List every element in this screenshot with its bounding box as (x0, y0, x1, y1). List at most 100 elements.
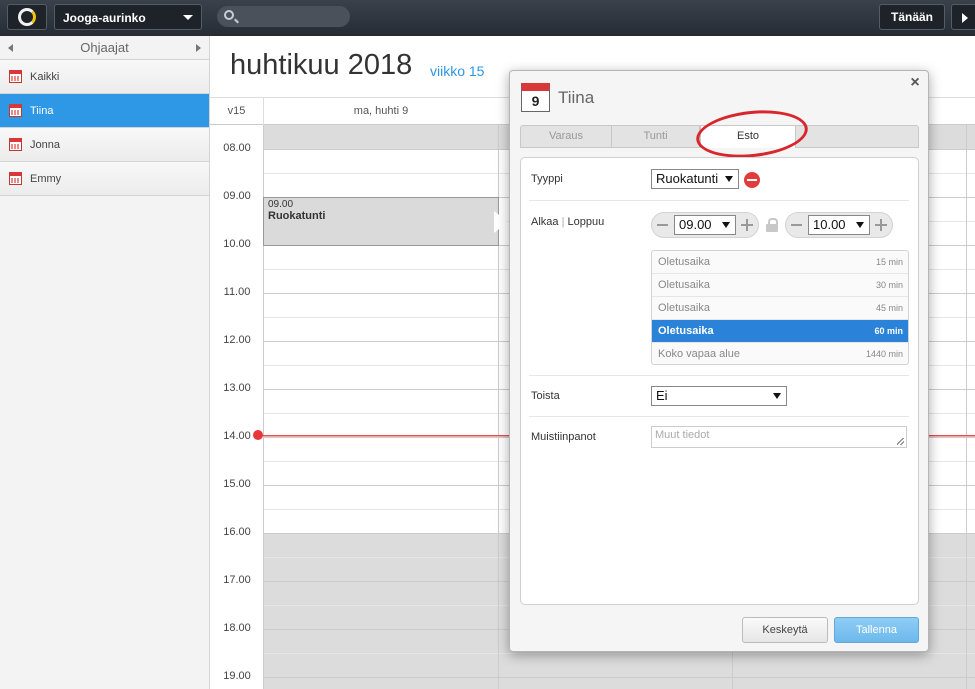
search-icon (224, 10, 234, 20)
repeat-label: Toista (531, 390, 560, 402)
sidebar: Ohjaajat Kaikki Tiina Jonna Emmy (0, 36, 210, 689)
sidebar-item-label: Kaikki (30, 71, 60, 83)
day-divider (966, 125, 967, 689)
type-select[interactable]: Ruokatunti (651, 169, 739, 189)
hour-label: 11.00 (223, 286, 251, 298)
annotation-ellipse (693, 105, 811, 163)
event-dialog: × 9 Tiina Varaus Tunti Esto Tyyppi Ruoka… (509, 70, 929, 652)
duration-value: 45 min (875, 303, 903, 313)
hour-line (264, 677, 975, 678)
calendar-icon (9, 70, 22, 83)
notes-placeholder: Muut tiedot (655, 429, 710, 441)
chevron-down-icon (183, 15, 193, 20)
sidebar-item-jonna[interactable]: Jonna (0, 128, 209, 162)
duration-option-selected[interactable]: Oletusaika 60 min (652, 320, 908, 343)
end-time-stepper: 10.00 (785, 212, 893, 238)
page-title: huhtikuu 2018 (230, 49, 413, 81)
notes-textarea[interactable]: Muut tiedot (651, 426, 907, 448)
week-number: v15 (210, 98, 264, 126)
type-value: Ruokatunti (656, 171, 719, 186)
lock-icon[interactable] (766, 218, 778, 232)
popover-pointer (494, 211, 508, 233)
close-icon[interactable]: × (908, 75, 922, 91)
sidebar-item-label: Jonna (30, 139, 60, 151)
duration-value: 30 min (875, 280, 903, 290)
sidebar-header: Ohjaajat (0, 36, 209, 60)
calendar-icon (9, 138, 22, 151)
end-time-select[interactable]: 10.00 (808, 215, 870, 235)
duration-option[interactable]: Oletusaika 45 min (652, 297, 908, 320)
hour-label: 13.00 (223, 382, 251, 394)
cancel-button[interactable]: Keskeytä (742, 617, 828, 643)
top-bar: Jooga-aurinko Tänään (0, 0, 975, 36)
resize-handle-icon[interactable] (897, 438, 904, 445)
plus-icon[interactable] (741, 219, 753, 231)
remove-icon[interactable] (744, 172, 760, 188)
minus-icon[interactable] (657, 224, 668, 226)
search-input[interactable] (217, 6, 350, 27)
hour-label: 09.00 (223, 190, 251, 202)
half-hour-line (264, 653, 975, 654)
hour-label: 18.00 (223, 622, 251, 634)
hour-label: 15.00 (223, 478, 251, 490)
tab-tunti[interactable]: Tunti (612, 126, 700, 148)
hour-label: 08.00 (223, 142, 251, 154)
repeat-select[interactable]: Ei (651, 386, 787, 406)
sidebar-item-kaikki[interactable]: Kaikki (0, 60, 209, 94)
organization-select[interactable]: Jooga-aurinko (54, 4, 202, 30)
dialog-title: Tiina (558, 88, 595, 107)
time-column (210, 125, 264, 689)
duration-option[interactable]: Oletusaika 30 min (652, 274, 908, 297)
app-menu-button[interactable] (7, 4, 47, 30)
duration-value: 1440 min (865, 349, 903, 359)
logo-icon (18, 8, 36, 26)
calendar-event[interactable]: 09.00 Ruokatunti (263, 197, 499, 246)
hour-label: 16.00 (223, 526, 251, 538)
end-time-value: 10.00 (813, 217, 846, 232)
calendar-icon (9, 172, 22, 185)
chevron-down-icon (856, 222, 864, 228)
sidebar-item-tiina[interactable]: Tiina (0, 94, 209, 128)
hour-label: 12.00 (223, 334, 251, 346)
type-label: Tyyppi (531, 173, 563, 185)
hour-label: 17.00 (223, 574, 251, 586)
duration-label: Oletusaika (658, 325, 714, 337)
today-button[interactable]: Tänään (879, 4, 945, 30)
end-label: Loppuu (567, 216, 605, 228)
start-time-select[interactable]: 09.00 (674, 215, 736, 235)
day-header[interactable]: ma, huhti 9 (264, 98, 498, 126)
start-label: Alkaa (531, 216, 559, 228)
plus-icon[interactable] (875, 219, 887, 231)
chevron-down-icon (722, 222, 730, 228)
calendar-icon: 9 (521, 83, 550, 112)
duration-label: Oletusaika (658, 256, 710, 268)
start-time-value: 09.00 (679, 217, 712, 232)
week-link[interactable]: viikko 15 (430, 63, 484, 79)
duration-list: Oletusaika 15 min Oletusaika 30 min Olet… (651, 250, 909, 365)
duration-option[interactable]: Oletusaika 15 min (652, 251, 908, 274)
next-week-button[interactable] (951, 4, 975, 30)
duration-label: Oletusaika (658, 302, 710, 314)
hour-label: 10.00 (223, 238, 251, 250)
save-button[interactable]: Tallenna (834, 617, 919, 643)
sidebar-item-label: Emmy (30, 173, 62, 185)
tab-varaus[interactable]: Varaus (521, 126, 612, 148)
repeat-value: Ei (656, 388, 668, 403)
sidebar-item-label: Tiina (30, 105, 54, 117)
organization-name: Jooga-aurinko (63, 11, 146, 25)
sidebar-item-emmy[interactable]: Emmy (0, 162, 209, 196)
calendar-icon (9, 104, 22, 117)
duration-value: 15 min (875, 257, 903, 267)
form-panel: Tyyppi Ruokatunti Alkaa | Loppuu 09.00 1… (520, 157, 919, 605)
divider (529, 375, 909, 376)
duration-option[interactable]: Koko vapaa alue 1440 min (652, 343, 908, 364)
hour-label: 19.00 (223, 670, 251, 682)
duration-label: Oletusaika (658, 279, 710, 291)
minus-icon[interactable] (791, 224, 802, 226)
chevron-left-icon[interactable] (8, 44, 13, 52)
chevron-right-icon[interactable] (196, 44, 201, 52)
divider (529, 200, 909, 201)
chevron-down-icon (773, 393, 781, 399)
label-separator: | (561, 216, 565, 228)
event-title: Ruokatunti (268, 210, 326, 222)
